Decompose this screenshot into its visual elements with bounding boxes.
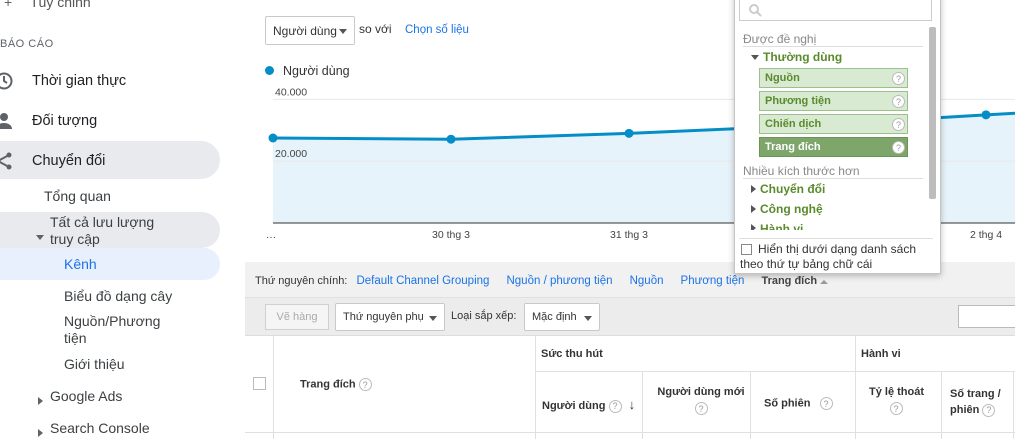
sidebar-item-conversions[interactable]: Chuyển đổi [0, 150, 220, 172]
primary-dimension-bar: Thứ nguyên chính: Default Channel Groupi… [255, 275, 829, 287]
search-icon [749, 4, 762, 17]
plus-icon: + [4, 0, 13, 10]
chevron-down-icon [36, 227, 44, 245]
sidebar-sub-channels[interactable]: Kênh [64, 256, 97, 272]
y-tick-label: 40.000 [275, 86, 307, 98]
y-tick-label: 20.000 [275, 148, 307, 160]
sidebar-item-audience[interactable]: Đối tượng [0, 110, 220, 132]
help-icon[interactable]: ? [358, 378, 372, 391]
dimension-search-input[interactable] [739, 0, 932, 21]
primary-dimension-popup: Được đề nghị Thường dùng Nguồn? Phương t… [734, 0, 941, 274]
help-icon[interactable]: ? [982, 403, 996, 417]
help-icon[interactable]: ? [819, 397, 833, 410]
data-point[interactable] [981, 110, 991, 120]
compare-label: so với [359, 22, 392, 36]
caret-down-icon [429, 316, 437, 321]
chevron-right-icon [751, 185, 756, 193]
chevron-right-icon [751, 224, 756, 230]
popup-item-campaign[interactable]: Chiến dịch? [759, 114, 908, 134]
sidebar-sub-treemap[interactable]: Biểu đồ dạng cây [64, 288, 172, 304]
plot-rows-button[interactable]: Vẽ hàng [265, 304, 329, 330]
sidebar-sub-source-medium[interactable]: Nguồn/Phương tiện [64, 313, 160, 347]
data-point[interactable] [446, 134, 456, 144]
table-search-input[interactable] [958, 305, 1015, 328]
x-tick-label: 2 thg 4 [970, 229, 1002, 241]
sidebar-sub-search-console[interactable]: Search Console [50, 420, 150, 436]
group-acquisition: Sức thu hút [541, 348, 603, 360]
sidebar-section-reports: BÁO CÁO [0, 38, 54, 50]
data-point[interactable] [624, 128, 634, 138]
col-new-users[interactable]: Người dùng mới? [653, 386, 749, 415]
sidebar-sub-overview[interactable]: Tổng quan [44, 188, 111, 204]
col-users[interactable]: Người dùng ? ↓ [542, 397, 635, 413]
x-tick-label: 31 thg 3 [610, 229, 648, 241]
sidebar-item-realtime[interactable]: Thời gian thực [0, 70, 220, 92]
dim-default-channel-grouping[interactable]: Default Channel Grouping [356, 275, 489, 287]
data-table: Trang đích ? Sức thu hút Hành vi Người d… [245, 335, 1015, 439]
data-point[interactable] [268, 133, 278, 143]
sidebar-sub-channels-highlight [0, 248, 220, 280]
popup-suggested-heading: Được đề nghị [743, 32, 817, 46]
sort-type-label: Loại sắp xếp: [451, 310, 517, 322]
popup-group-conversions[interactable]: Chuyển đổi [751, 182, 825, 196]
help-icon[interactable]: ? [694, 402, 708, 415]
dim-source-medium[interactable]: Nguồn / phương tiện [506, 275, 612, 287]
primary-dimension-label: Thứ nguyên chính: [255, 275, 348, 287]
caret-down-icon [339, 29, 347, 34]
secondary-dimension-select[interactable]: Thứ nguyên phụ [335, 303, 445, 331]
choose-metric-link[interactable]: Chọn số liệu [405, 24, 469, 36]
conversion-icon [0, 152, 12, 170]
help-icon[interactable]: ? [892, 118, 905, 131]
metric-select[interactable]: Người dùng [265, 16, 355, 45]
sort-type-select[interactable]: Mặc định [524, 303, 600, 331]
popup-scrollbar[interactable] [929, 27, 936, 199]
col-bounce-rate[interactable]: Tỷ lệ thoát? [869, 386, 924, 415]
sort-up-icon [820, 280, 829, 284]
legend-dot [265, 66, 274, 75]
popup-item-landing-page[interactable]: Trang đích? [759, 137, 908, 157]
x-tick-label: … [266, 229, 277, 241]
col-landing-page[interactable]: Trang đích ? [300, 378, 372, 391]
chevron-down-icon [751, 54, 759, 60]
popup-item-source[interactable]: Nguồn? [759, 68, 908, 88]
col-sessions[interactable]: Số phiên ? [764, 397, 833, 410]
group-behavior: Hành vi [861, 348, 901, 360]
popup-item-medium[interactable]: Phương tiện? [759, 91, 908, 111]
help-icon[interactable]: ? [892, 141, 905, 154]
dim-source[interactable]: Nguồn [630, 275, 664, 287]
table-toolbar: Vẽ hàng Thứ nguyên phụ Loại sắp xếp: Mặc… [245, 297, 1015, 335]
help-icon[interactable]: ? [892, 95, 905, 108]
chevron-right-icon [38, 392, 43, 410]
popup-group-technology[interactable]: Công nghệ [751, 202, 823, 216]
sidebar-sub-all-traffic[interactable]: Tất cả lưu lượng truy cập [50, 214, 154, 248]
dim-landing-page-active[interactable]: Trang đích [761, 275, 829, 287]
popup-more-heading: Nhiều kích thước hơn [743, 164, 860, 178]
help-icon[interactable]: ? [892, 72, 905, 85]
caret-down-icon [584, 316, 592, 321]
popup-group-behavior[interactable]: Hành vi [751, 222, 803, 230]
legend-label: Người dùng [283, 64, 350, 78]
sort-desc-arrow-icon: ↓ [628, 397, 636, 412]
select-all-checkbox[interactable] [253, 377, 266, 390]
chevron-right-icon [751, 205, 756, 213]
col-pages-per-session[interactable]: Số trang / phiên ? [950, 386, 1001, 418]
sidebar-sub-google-ads[interactable]: Google Ads [50, 388, 122, 404]
sidebar: + Tùy chỉnh BÁO CÁO Thời gian thực Đối tư… [0, 0, 245, 439]
sidebar-item-customization[interactable]: + Tùy chỉnh [4, 0, 91, 10]
help-icon[interactable]: ? [889, 402, 903, 415]
sidebar-sub-referrals[interactable]: Giới thiệu [64, 356, 125, 372]
dim-medium[interactable]: Phương tiện [681, 275, 745, 287]
person-icon [0, 113, 12, 129]
clock-icon [0, 72, 13, 90]
x-tick-label: 30 thg 3 [432, 229, 470, 241]
alphabetical-label: Hiển thị dưới dạng danh sách theo thứ tự… [740, 242, 917, 271]
help-icon[interactable]: ? [608, 399, 622, 413]
popup-group-frequent[interactable]: Thường dùng [751, 50, 842, 64]
chevron-right-icon [38, 424, 43, 439]
